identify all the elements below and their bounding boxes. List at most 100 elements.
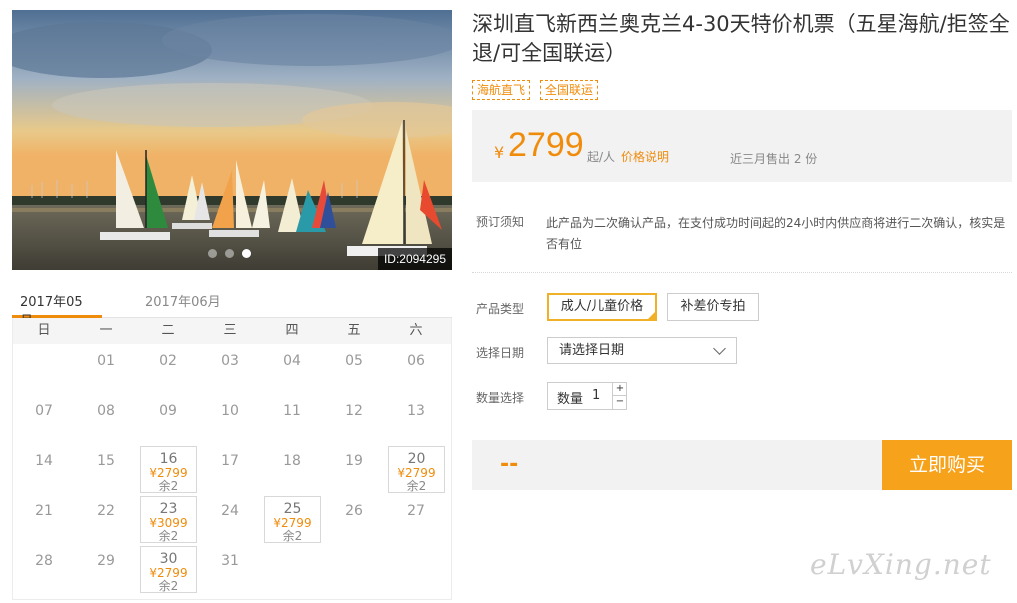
day-number: 30 (159, 551, 178, 567)
total-price: -- (500, 452, 519, 477)
day-number: 09 (159, 403, 177, 419)
calendar-day: 04 (261, 344, 323, 394)
price-unit: 起/人 (587, 150, 616, 164)
calendar-day[interactable]: 30 ¥2799 余2 (137, 544, 199, 594)
calendar-empty-cell (323, 544, 385, 594)
calendar-day: 07 (13, 394, 75, 444)
product-gallery[interactable]: ID:2094295 (12, 10, 452, 270)
day-number: 17 (221, 453, 239, 469)
day-number: 15 (97, 453, 115, 469)
quantity-inner-label: 数量 (557, 392, 584, 407)
date-select-dropdown[interactable]: 请选择日期 (547, 337, 737, 364)
booking-notice-label: 预订须知 (476, 215, 525, 229)
calendar: 日 一 二 三 四 五 六 01 02 03 04 05 06 07 08 09 10 11 12 13… (12, 318, 452, 600)
tab-month-june[interactable]: 2017年06月 (137, 291, 229, 318)
calendar-day: 31 (199, 544, 261, 594)
day-number: 11 (283, 403, 301, 419)
day-number: 20 (407, 451, 426, 467)
calendar-day: 10 (199, 394, 261, 444)
tab-month-may[interactable]: 2017年05月 (12, 291, 102, 329)
carousel-dots (208, 249, 251, 258)
quantity-plus-button[interactable]: + (612, 383, 627, 396)
day-number: 13 (407, 403, 425, 419)
quantity-value[interactable]: 1 (592, 388, 600, 403)
calendar-day: 29 (75, 544, 137, 594)
buy-bar: -- (472, 440, 882, 490)
product-tags: 海航直飞 全国联运 (472, 80, 599, 100)
day-remaining: 余2 (158, 579, 179, 593)
chevron-down-icon (713, 342, 726, 355)
carousel-dot[interactable] (225, 249, 234, 258)
day-number: 16 (159, 451, 178, 467)
calendar-empty-cell (385, 544, 447, 594)
calendar-day: 13 (385, 394, 447, 444)
option-price-difference[interactable]: 补差价专拍 (667, 293, 759, 321)
weekday-label: 五 (347, 323, 361, 338)
day-number: 07 (35, 403, 53, 419)
calendar-day: 02 (137, 344, 199, 394)
day-number: 23 (159, 501, 178, 517)
quantity-stepper: 数量 1 + − (547, 382, 627, 410)
carousel-dot-active[interactable] (242, 249, 251, 258)
calendar-day: 11 (261, 394, 323, 444)
calendar-day: 21 (13, 494, 75, 544)
weekday-label: 四 (285, 323, 299, 338)
day-number: 22 (97, 503, 115, 519)
day-number: 24 (221, 503, 239, 519)
day-number: 19 (345, 453, 363, 469)
day-number: 28 (35, 553, 53, 569)
calendar-day: 14 (13, 444, 75, 494)
weekday-label: 一 (99, 323, 113, 338)
product-type-label: 产品类型 (476, 302, 525, 316)
calendar-day[interactable]: 23 ¥3099 余2 (137, 494, 199, 544)
buy-now-button[interactable]: 立即购买 (882, 440, 1012, 490)
calendar-day[interactable]: 16 ¥2799 余2 (137, 444, 199, 494)
day-number: 10 (221, 403, 239, 419)
day-number: 02 (159, 353, 177, 369)
available-date-box[interactable]: 25 ¥2799 余2 (264, 496, 321, 543)
tag-direct-flight: 海航直飞 (472, 80, 531, 100)
available-date-box[interactable]: 20 ¥2799 余2 (388, 446, 445, 493)
calendar-grid: 01 02 03 04 05 06 07 08 09 10 11 12 13 14 15 16 ¥2799 余2 1… (13, 344, 451, 594)
calendar-day: 08 (75, 394, 137, 444)
day-number: 18 (283, 453, 301, 469)
price-explain-link[interactable]: 价格说明 (621, 148, 669, 165)
available-date-box[interactable]: 23 ¥3099 余2 (140, 496, 197, 543)
currency-symbol: ¥ (494, 143, 505, 162)
available-date-box[interactable]: 30 ¥2799 余2 (140, 546, 197, 593)
calendar-day: 22 (75, 494, 137, 544)
day-number: 31 (221, 553, 239, 569)
quantity-minus-button[interactable]: − (612, 396, 627, 409)
day-number: 21 (35, 503, 53, 519)
product-price: 2799 (508, 126, 584, 164)
calendar-day: 27 (385, 494, 447, 544)
divider (472, 272, 1012, 273)
day-remaining: 余2 (158, 529, 179, 543)
day-number: 29 (97, 553, 115, 569)
day-number: 26 (345, 503, 363, 519)
calendar-day: 28 (13, 544, 75, 594)
calendar-day[interactable]: 20 ¥2799 余2 (385, 444, 447, 494)
calendar-day: 12 (323, 394, 385, 444)
carousel-dot[interactable] (208, 249, 217, 258)
day-number: 25 (283, 501, 302, 517)
calendar-empty-cell (261, 544, 323, 594)
calendar-day: 18 (261, 444, 323, 494)
calendar-day: 17 (199, 444, 261, 494)
day-remaining: 余2 (282, 529, 303, 543)
calendar-day: 24 (199, 494, 261, 544)
calendar-empty-cell (13, 344, 75, 394)
price-box: ¥ 2799 起/人 价格说明 近三月售出 2 份 (472, 110, 1012, 182)
day-number: 04 (283, 353, 301, 369)
select-date-label: 选择日期 (476, 346, 525, 360)
calendar-day[interactable]: 25 ¥2799 余2 (261, 494, 323, 544)
option-adult-child-price[interactable]: 成人/儿童价格 (547, 293, 657, 321)
day-number: 12 (345, 403, 363, 419)
tag-national-connect: 全国联运 (540, 80, 599, 100)
available-date-box[interactable]: 16 ¥2799 余2 (140, 446, 197, 493)
day-number: 03 (221, 353, 239, 369)
day-number: 27 (407, 503, 425, 519)
calendar-weekday-header: 日 一 二 三 四 五 六 (13, 318, 451, 344)
day-number: 14 (35, 453, 53, 469)
weekday-label: 三 (223, 323, 237, 338)
